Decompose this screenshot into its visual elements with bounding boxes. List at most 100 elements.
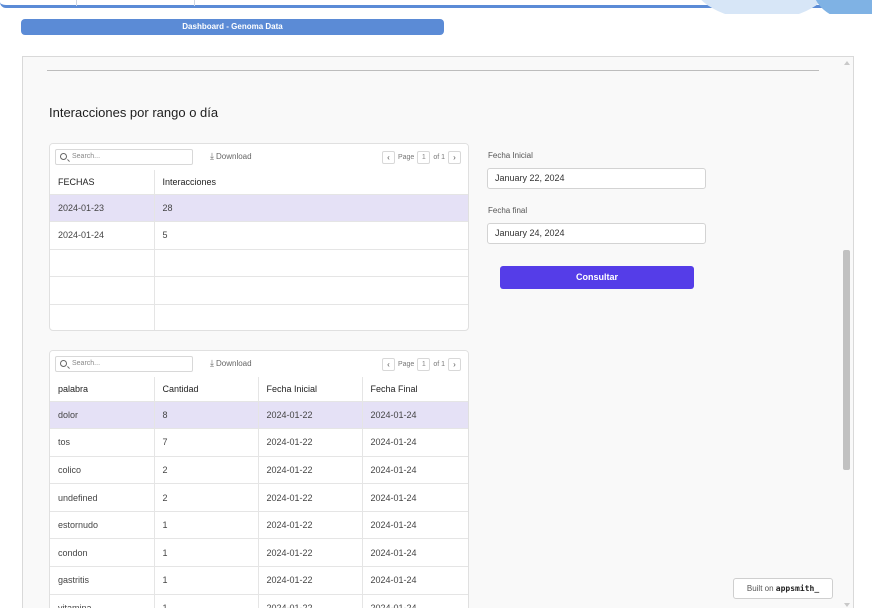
page-of-label: of 1	[433, 153, 445, 161]
table-row[interactable]: dolor 8 2024-01-22 2024-01-24	[50, 401, 468, 430]
prev-page-button[interactable]: ‹	[381, 357, 395, 371]
prev-page-button[interactable]: ‹	[381, 150, 395, 164]
table-row[interactable]: 2024-01-23 28	[50, 194, 468, 223]
table-cell: dolor	[50, 401, 155, 430]
decorative-header-shape	[682, 0, 872, 14]
download-button[interactable]: ⤓ Download	[210, 358, 252, 369]
table-cell: 2	[154, 456, 259, 485]
table-row[interactable]	[50, 249, 468, 278]
scroll-down-icon[interactable]	[844, 603, 850, 607]
table-cell: 2024-01-24	[362, 511, 468, 540]
built-on-label: Built on	[746, 584, 774, 593]
table-row[interactable]: gastritis 1 2024-01-22 2024-01-24	[50, 566, 468, 595]
column-header[interactable]: Interacciones	[154, 170, 468, 195]
table-cell: estornudo	[50, 511, 155, 540]
table-toolbar: Search... ⤓ Download ‹ Page 1 of 1 ›	[50, 144, 468, 170]
scroll-up-icon[interactable]	[844, 61, 850, 65]
built-on-appsmith-badge[interactable]: Built on appsmith_	[733, 578, 833, 599]
table-cell: 2024-01-24	[362, 538, 468, 568]
table-cell: vitamina	[50, 594, 155, 608]
download-icon: ⤓	[210, 151, 214, 161]
table-cell: 28	[154, 194, 468, 223]
page-number-input[interactable]: 1	[417, 150, 431, 164]
table-cell: 2024-01-22	[258, 456, 363, 485]
table-cell	[154, 276, 468, 305]
table-search-input[interactable]: Search...	[55, 149, 193, 165]
table-cell	[50, 304, 155, 330]
table-cell: 2024-01-22	[258, 511, 363, 540]
table-header-row: palabra Cantidad Fecha Inicial Fecha Fin…	[50, 377, 468, 402]
search-placeholder: Search...	[72, 153, 101, 160]
table-cell: condon	[50, 538, 155, 568]
table-cell: 2024-01-24	[50, 221, 155, 250]
scrollbar-thumb[interactable]	[843, 250, 850, 470]
fecha-inicial-label: Fecha Inicial	[488, 151, 533, 160]
table-cell: 2024-01-24	[362, 594, 468, 608]
table-cell: 2024-01-22	[258, 483, 363, 512]
interactions-table: Search... ⤓ Download ‹ Page 1 of 1 › FECH…	[49, 143, 469, 331]
table-row[interactable]: 2024-01-24 5	[50, 221, 468, 250]
column-header[interactable]: Fecha Inicial	[258, 377, 363, 402]
table-cell: 2024-01-24	[362, 483, 468, 512]
table-row[interactable]: undefined 2 2024-01-22 2024-01-24	[50, 483, 468, 512]
dashboard-title-bar: Dashboard - Genoma Data	[21, 19, 444, 35]
table-grid: palabra Cantidad Fecha Inicial Fecha Fin…	[50, 377, 468, 608]
column-header[interactable]: palabra	[50, 377, 155, 402]
table-cell	[154, 304, 468, 330]
table-cell: 1	[154, 511, 259, 540]
decor-circle	[692, 0, 832, 14]
table-cell	[154, 249, 468, 278]
page-number-input[interactable]: 1	[417, 357, 431, 371]
table-cell: 2024-01-22	[258, 401, 363, 430]
table-cell: 1	[154, 538, 259, 568]
fecha-final-label: Fecha final	[488, 206, 528, 215]
vertical-scrollbar[interactable]	[843, 57, 851, 608]
table-cell: 2024-01-24	[362, 566, 468, 595]
header-divider	[194, 0, 195, 6]
column-header[interactable]: Fecha Final	[362, 377, 468, 402]
pagination: ‹ Page 1 of 1 ›	[381, 356, 461, 372]
pagination: ‹ Page 1 of 1 ›	[381, 149, 461, 165]
next-page-button[interactable]: ›	[448, 357, 461, 371]
table-cell: 2024-01-23	[50, 194, 155, 223]
table-cell: 2024-01-24	[362, 428, 468, 457]
column-header[interactable]: FECHAS	[50, 170, 155, 195]
column-header[interactable]: Cantidad	[154, 377, 259, 402]
table-cell: 2	[154, 483, 259, 512]
table-row[interactable]: colico 2 2024-01-22 2024-01-24	[50, 456, 468, 485]
consultar-button[interactable]: Consultar	[500, 266, 694, 289]
table-cell: 2024-01-22	[258, 538, 363, 568]
search-icon	[60, 153, 67, 160]
table-cell: 8	[154, 401, 259, 430]
table-cell: 2024-01-22	[258, 428, 363, 457]
app-canvas: Interacciones por rango o día Search... …	[22, 56, 854, 608]
search-icon	[60, 360, 67, 367]
fecha-inicial-datepicker[interactable]: January 22, 2024	[487, 168, 706, 189]
table-search-input[interactable]: Search...	[55, 356, 193, 372]
table-cell: 2024-01-22	[258, 594, 363, 608]
appsmith-logo-text: appsmith_	[775, 584, 820, 593]
table-cell: 5	[154, 221, 468, 250]
table-cell: 7	[154, 428, 259, 457]
fecha-final-datepicker[interactable]: January 24, 2024	[487, 223, 706, 244]
table-cell: 2024-01-24	[362, 401, 468, 430]
download-label: Download	[215, 359, 252, 368]
download-button[interactable]: ⤓ Download	[210, 151, 252, 162]
table-cell: 2024-01-24	[362, 456, 468, 485]
page-label: Page	[397, 360, 415, 368]
header-divider	[76, 0, 77, 6]
table-cell: 1	[154, 566, 259, 595]
table-cell	[50, 249, 155, 278]
table-grid: FECHAS Interacciones 2024-01-23 28 2024-0…	[50, 170, 468, 330]
table-toolbar: Search... ⤓ Download ‹ Page 1 of 1 ›	[50, 351, 468, 377]
decor-circle	[812, 0, 872, 14]
table-row[interactable]: vitamina 1 2024-01-22 2024-01-24	[50, 594, 468, 608]
table-row[interactable]: tos 7 2024-01-22 2024-01-24	[50, 428, 468, 457]
table-row[interactable]: condon 1 2024-01-22 2024-01-24	[50, 538, 468, 568]
table-row[interactable]	[50, 304, 468, 330]
table-cell: undefined	[50, 483, 155, 512]
next-page-button[interactable]: ›	[448, 150, 461, 164]
table-cell: colico	[50, 456, 155, 485]
table-row[interactable]	[50, 276, 468, 305]
table-row[interactable]: estornudo 1 2024-01-22 2024-01-24	[50, 511, 468, 540]
